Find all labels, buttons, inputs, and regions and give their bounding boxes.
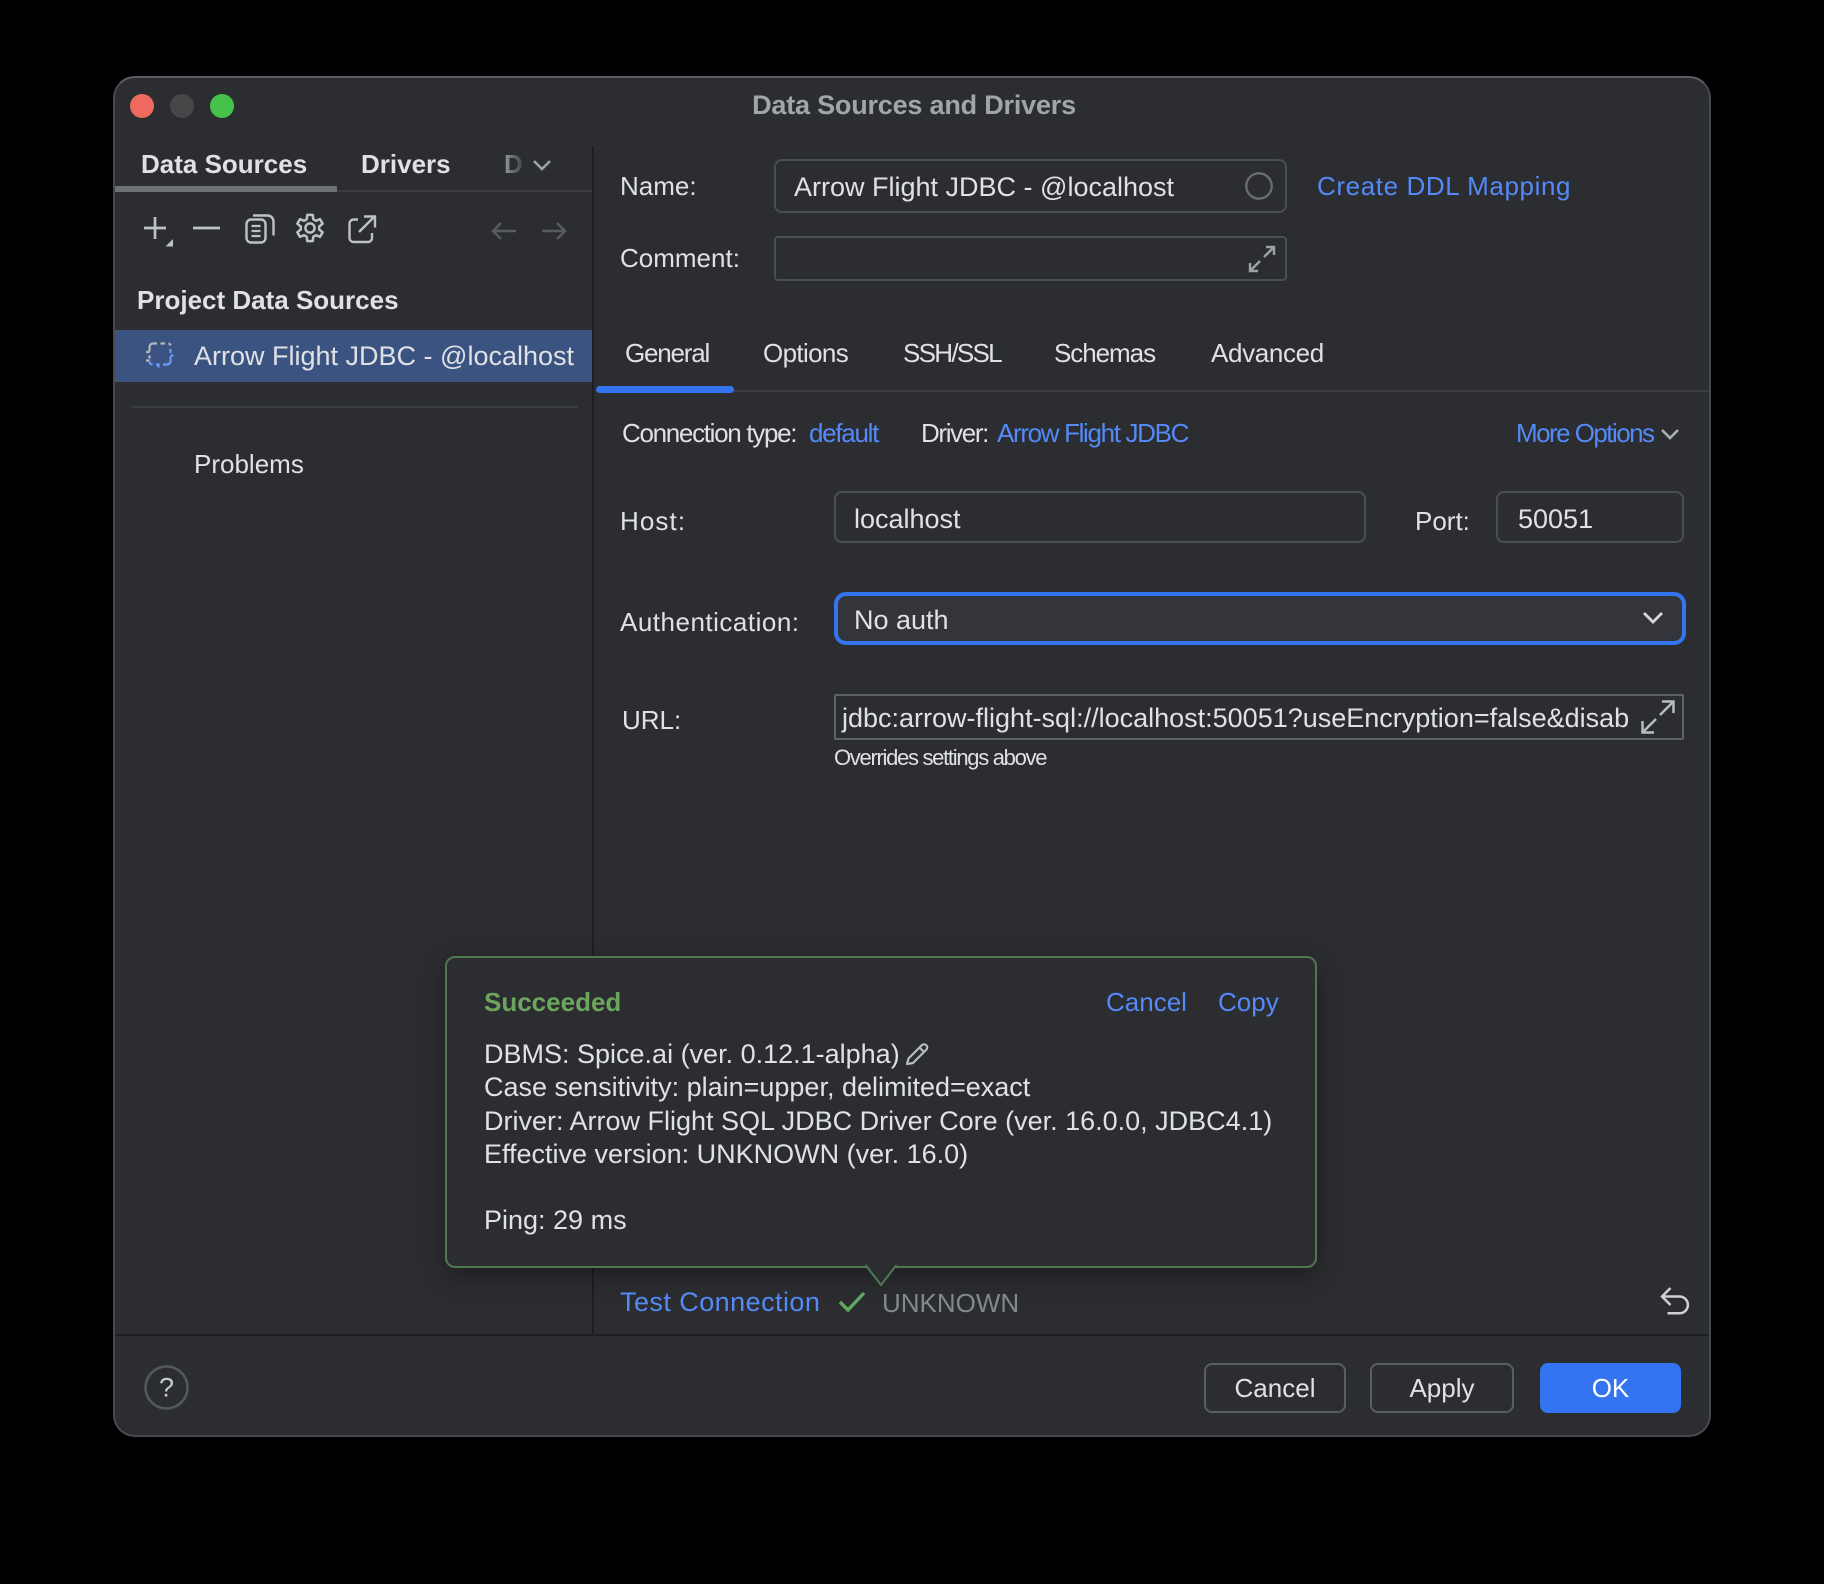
svg-text:?: ? bbox=[159, 1373, 174, 1403]
